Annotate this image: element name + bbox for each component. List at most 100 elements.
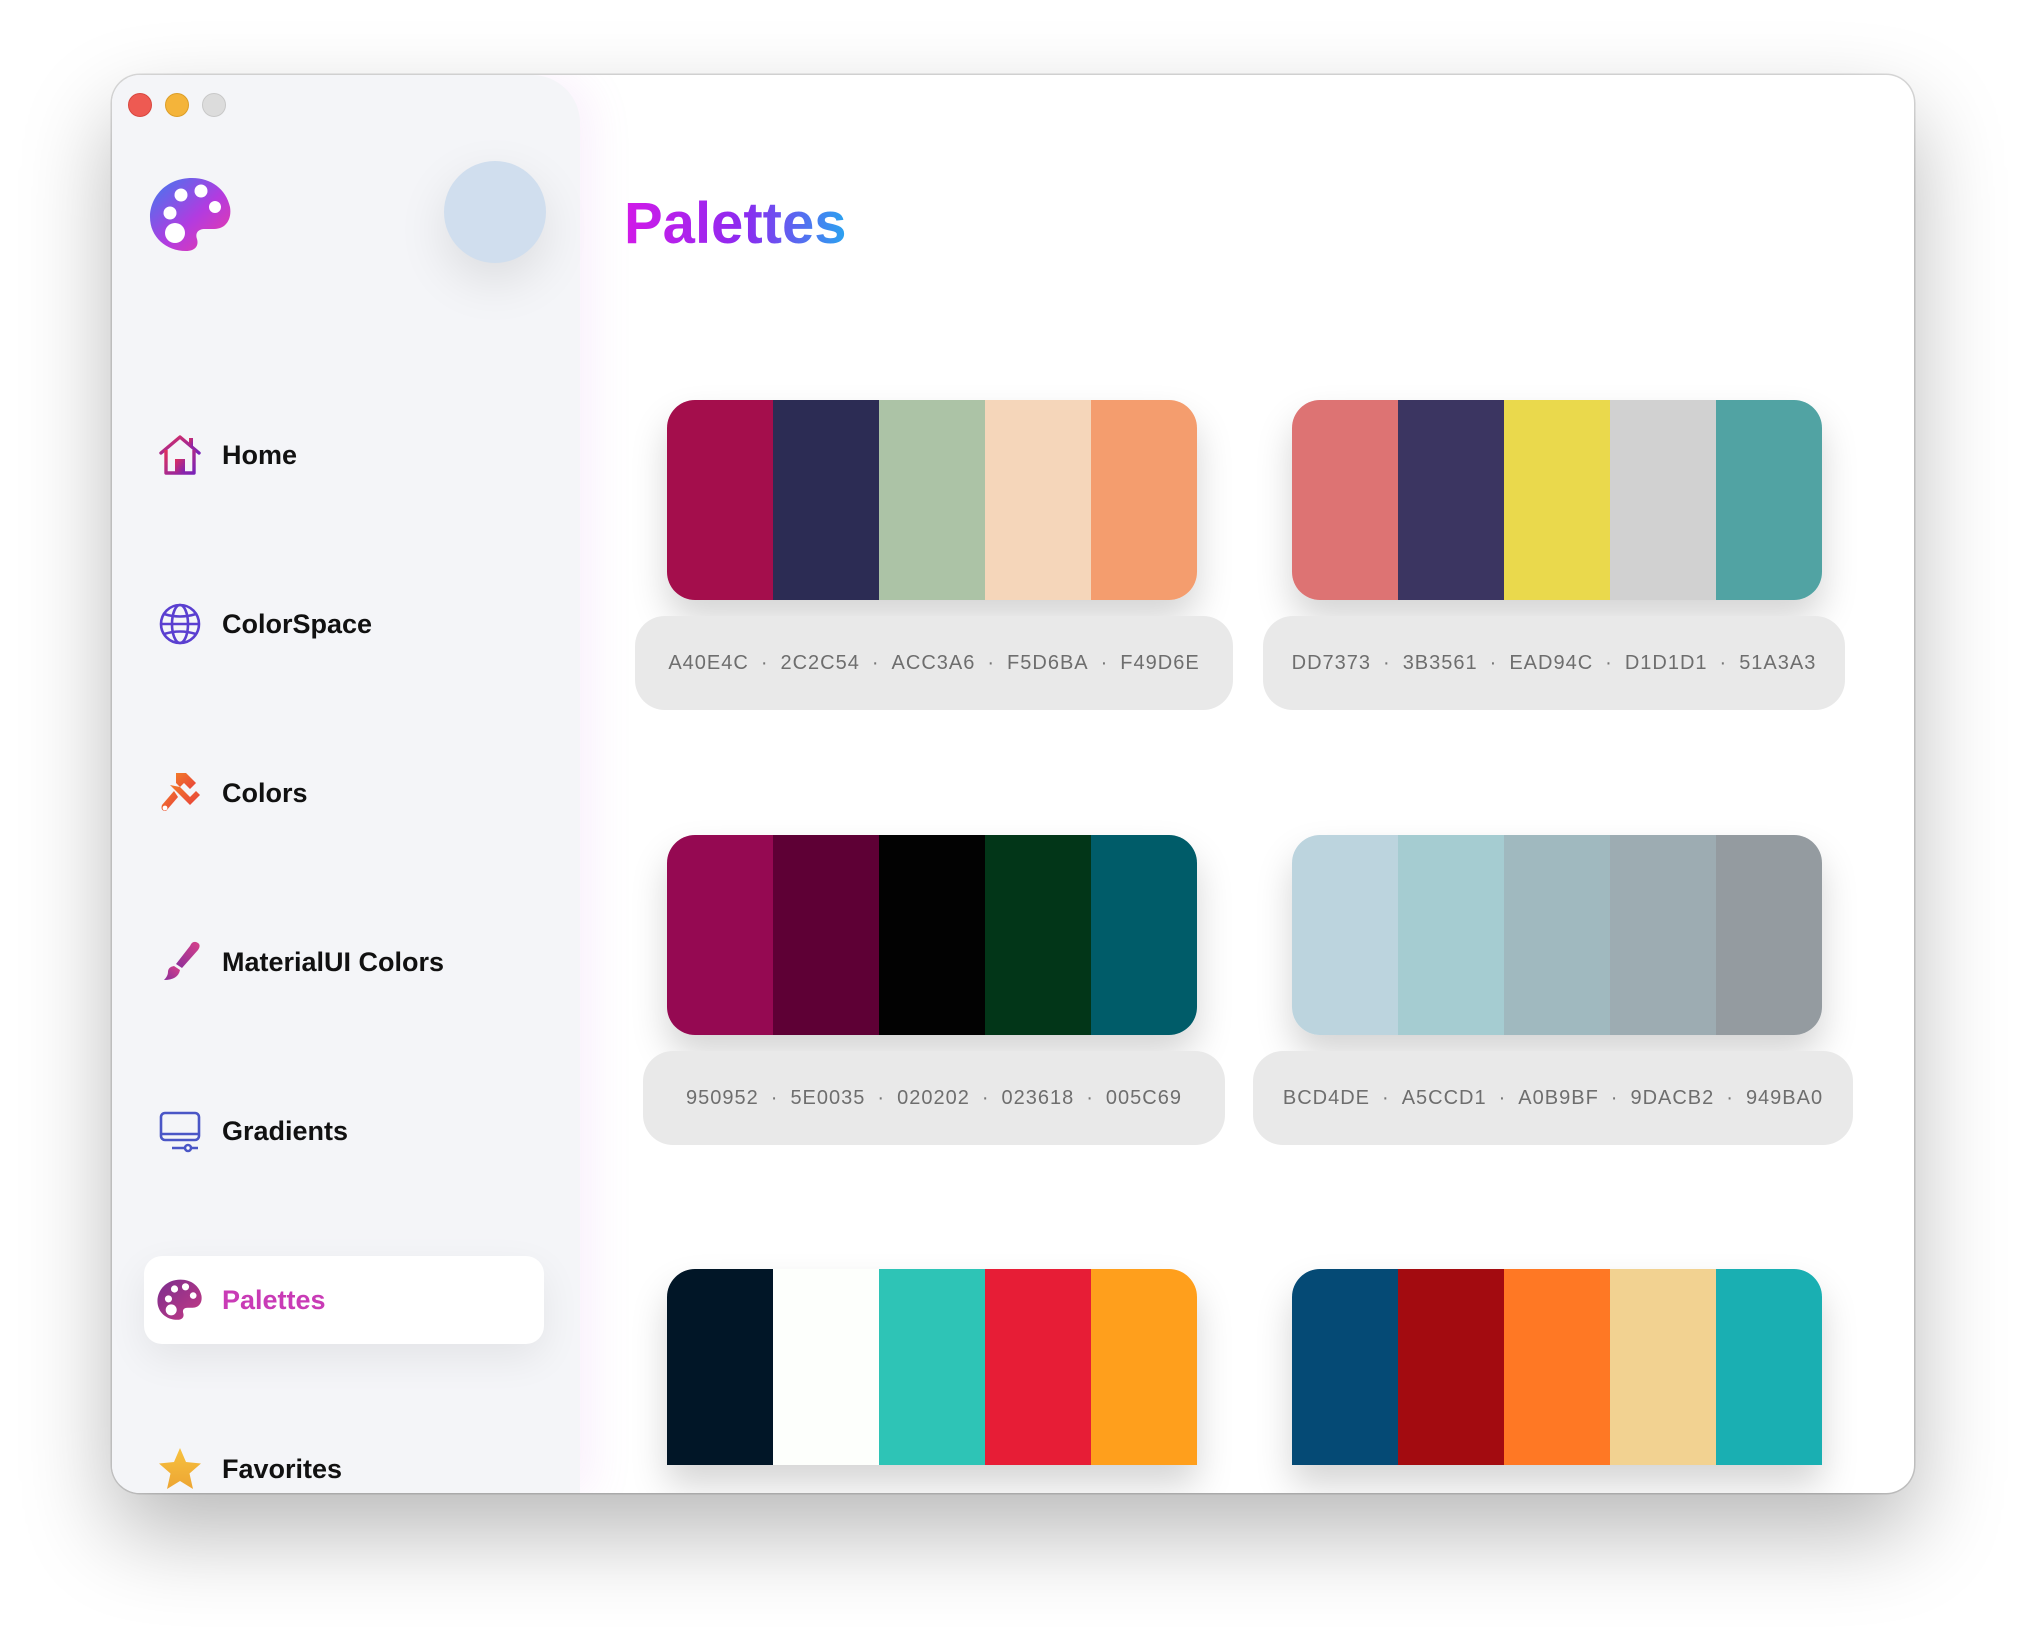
- hex-code[interactable]: BCD4DE: [1283, 1087, 1370, 1110]
- hex-code[interactable]: 005C69: [1106, 1087, 1182, 1110]
- color-swatch[interactable]: [1292, 835, 1398, 1035]
- sidebar-item-label: MaterialUI Colors: [222, 946, 445, 977]
- sidebar-item-palettes[interactable]: Palettes: [144, 1256, 544, 1344]
- color-swatch[interactable]: [1716, 1269, 1822, 1465]
- page-title: Palettes: [624, 191, 847, 256]
- sidebar-item-home[interactable]: Home: [144, 411, 544, 499]
- color-swatch[interactable]: [1398, 1269, 1504, 1465]
- hex-code[interactable]: EAD94C: [1509, 652, 1593, 675]
- hex-code[interactable]: 51A3A3: [1739, 652, 1816, 675]
- separator: ·: [760, 651, 769, 674]
- close-window-button[interactable]: [128, 93, 152, 117]
- globe-icon: [156, 600, 204, 648]
- color-swatch[interactable]: [773, 835, 879, 1035]
- content-area: Palettes A40E4C · 2C2C54 · ACC3A6 · F5D6BA · F49…: [580, 75, 1914, 1493]
- color-swatch[interactable]: [667, 400, 773, 600]
- color-swatch[interactable]: [1292, 1269, 1398, 1465]
- color-swatch[interactable]: [1610, 400, 1716, 600]
- palette-card[interactable]: [667, 835, 1197, 1035]
- palette-card[interactable]: [1292, 835, 1822, 1035]
- separator: ·: [1719, 651, 1728, 674]
- separator: ·: [1489, 651, 1498, 674]
- color-swatch[interactable]: [773, 1269, 879, 1465]
- color-swatch[interactable]: [1091, 835, 1197, 1035]
- hex-code[interactable]: A0B9BF: [1518, 1087, 1598, 1110]
- separator: ·: [871, 651, 880, 674]
- sidebar-item-colorspace[interactable]: ColorSpace: [144, 580, 544, 668]
- hex-code[interactable]: A40E4C: [668, 652, 749, 675]
- palette-card[interactable]: [1292, 1269, 1822, 1465]
- color-swatch[interactable]: [985, 1269, 1091, 1465]
- hex-code[interactable]: A5CCD1: [1402, 1087, 1487, 1110]
- color-swatch[interactable]: [1716, 400, 1822, 600]
- color-swatch[interactable]: [1091, 1269, 1197, 1465]
- zoom-window-button[interactable]: [202, 93, 226, 117]
- palette-icon: [156, 1276, 204, 1324]
- hex-code[interactable]: F5D6BA: [1007, 652, 1089, 675]
- palette-card[interactable]: [667, 400, 1197, 600]
- sidebar-item-label: Palettes: [222, 1284, 326, 1315]
- house-icon: [156, 431, 204, 479]
- palette-hex-codes: DD7373 · 3B3561 · EAD94C · D1D1D1 · 51A3A3: [1263, 616, 1845, 710]
- color-swatch[interactable]: [985, 400, 1091, 600]
- color-swatch[interactable]: [1398, 835, 1504, 1035]
- brush-icon: [156, 938, 204, 986]
- separator: ·: [1498, 1086, 1507, 1109]
- hex-code[interactable]: 9DACB2: [1630, 1087, 1714, 1110]
- palette-hex-codes: A40E4C · 2C2C54 · ACC3A6 · F5D6BA · F49D6E: [635, 616, 1233, 710]
- separator: ·: [1382, 1086, 1390, 1109]
- sidebar-item-label: Home: [222, 439, 298, 470]
- color-swatch[interactable]: [1504, 400, 1610, 600]
- hex-code[interactable]: 3B3561: [1403, 652, 1478, 675]
- separator: ·: [877, 1086, 886, 1109]
- separator: ·: [1726, 1086, 1734, 1109]
- color-swatch[interactable]: [879, 1269, 985, 1465]
- hex-code[interactable]: D1D1D1: [1625, 652, 1708, 675]
- hex-code[interactable]: 950952: [686, 1087, 759, 1110]
- separator: ·: [1605, 651, 1613, 674]
- color-swatch[interactable]: [879, 835, 985, 1035]
- separator: ·: [1383, 651, 1391, 674]
- color-swatch[interactable]: [1292, 400, 1398, 600]
- separator: ·: [981, 1086, 990, 1109]
- color-swatch[interactable]: [1716, 835, 1822, 1035]
- color-swatch[interactable]: [1504, 835, 1610, 1035]
- paintbrush-icon: [156, 769, 204, 817]
- avatar[interactable]: [444, 161, 546, 263]
- color-swatch[interactable]: [667, 835, 773, 1035]
- app-window: Home ColorSpace Colors MaterialUI Colors…: [112, 75, 1914, 1493]
- sidebar-item-label: ColorSpace: [222, 608, 373, 639]
- hex-code[interactable]: DD7373: [1292, 652, 1371, 675]
- color-swatch[interactable]: [1610, 835, 1716, 1035]
- color-swatch[interactable]: [879, 400, 985, 600]
- palette-hex-codes: BCD4DE · A5CCD1 · A0B9BF · 9DACB2 · 949BA0: [1253, 1051, 1853, 1145]
- color-swatch[interactable]: [667, 1269, 773, 1465]
- hex-code[interactable]: F49D6E: [1120, 652, 1199, 675]
- traffic-lights: [128, 93, 226, 117]
- hex-code[interactable]: 949BA0: [1746, 1087, 1823, 1110]
- sidebar-item-label: Favorites: [222, 1453, 343, 1484]
- minimize-window-button[interactable]: [165, 93, 189, 117]
- hex-code[interactable]: 020202: [897, 1087, 970, 1110]
- sidebar-item-materialui-colors[interactable]: MaterialUI Colors: [144, 918, 544, 1006]
- hex-code[interactable]: 023618: [1002, 1087, 1075, 1110]
- sidebar-item-favorites[interactable]: Favorites: [144, 1425, 544, 1493]
- palette-card[interactable]: [1292, 400, 1822, 600]
- palette-card[interactable]: [667, 1269, 1197, 1465]
- hex-code[interactable]: 5E0035: [790, 1087, 865, 1110]
- sidebar-item-label: Colors: [222, 777, 308, 808]
- palette-icon: [150, 178, 231, 251]
- color-swatch[interactable]: [773, 400, 879, 600]
- color-swatch[interactable]: [1091, 400, 1197, 600]
- color-swatch[interactable]: [985, 835, 1091, 1035]
- color-swatch[interactable]: [1610, 1269, 1716, 1465]
- display-icon: [156, 1107, 204, 1155]
- sidebar-item-gradients[interactable]: Gradients: [144, 1087, 544, 1175]
- hex-code[interactable]: ACC3A6: [892, 652, 976, 675]
- hex-code[interactable]: 2C2C54: [780, 652, 859, 675]
- color-swatch[interactable]: [1398, 400, 1504, 600]
- separator: ·: [1610, 1086, 1619, 1109]
- separator: ·: [987, 651, 996, 674]
- color-swatch[interactable]: [1504, 1269, 1610, 1465]
- sidebar-item-colors[interactable]: Colors: [144, 749, 544, 837]
